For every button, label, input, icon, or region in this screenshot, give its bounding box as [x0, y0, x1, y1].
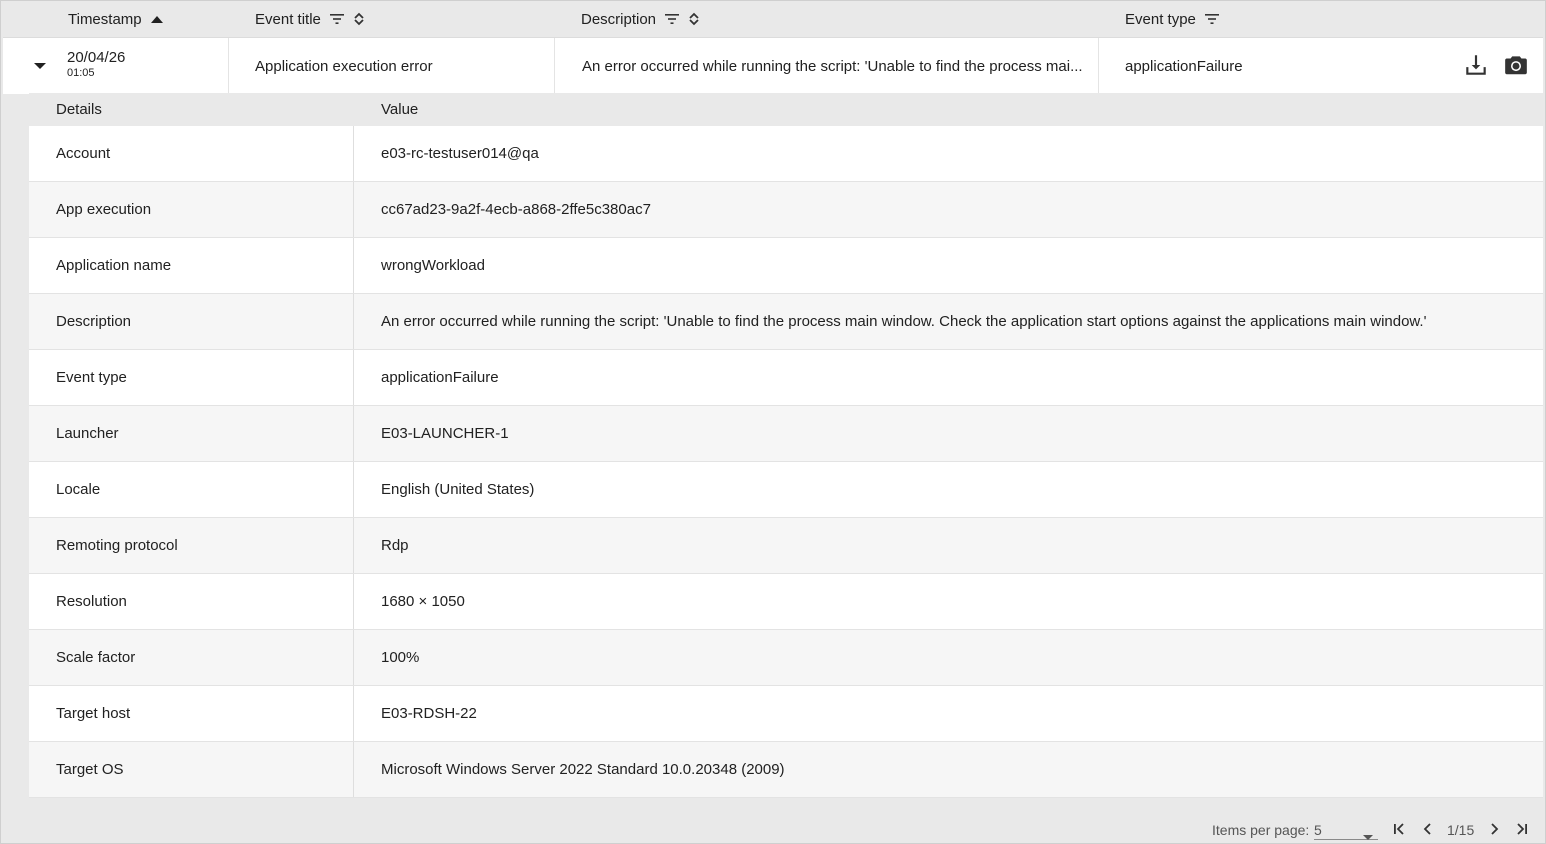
- details-row-target-os: Target OS Microsoft Windows Server 2022 …: [29, 742, 1543, 798]
- detail-key: Launcher: [56, 425, 119, 442]
- cell-divider: [353, 350, 354, 405]
- dropdown-arrow-icon: [1362, 828, 1374, 843]
- details-row-application-name: Application name wrongWorkload: [29, 238, 1543, 294]
- detail-key: Resolution: [56, 593, 127, 610]
- sort-icon[interactable]: [688, 12, 700, 26]
- paginator: Items per page: 5 1/15: [1, 813, 1543, 843]
- details-key-header: Details: [56, 101, 102, 118]
- detail-key: Description: [56, 313, 132, 330]
- items-per-page-select[interactable]: 5: [1314, 822, 1378, 840]
- download-icon[interactable]: [1463, 52, 1489, 83]
- header-timestamp-label: Timestamp: [68, 10, 142, 28]
- detail-value: e03-rc-testuser014@qa: [381, 145, 539, 162]
- detail-value: An error occurred while running the scri…: [381, 313, 1427, 330]
- detail-key: Application name: [56, 257, 172, 274]
- items-per-page-label: Items per page:: [1212, 822, 1310, 838]
- cell-divider: [554, 38, 555, 94]
- cell-divider: [353, 406, 354, 461]
- event-timestamp: 20/04/26 01:05: [67, 50, 125, 79]
- sort-ascending-icon[interactable]: [150, 14, 164, 24]
- cell-divider: [353, 182, 354, 237]
- detail-value: 100%: [381, 649, 420, 666]
- caret-down-icon[interactable]: [33, 58, 47, 76]
- details-table: Account e03-rc-testuser014@qa App execut…: [29, 126, 1543, 798]
- cell-divider: [353, 238, 354, 293]
- event-log-panel: Timestamp Event title Description Event …: [0, 0, 1546, 844]
- cell-divider: [353, 126, 354, 181]
- details-row-description: Description An error occurred while runn…: [29, 294, 1543, 350]
- details-row-resolution: Resolution 1680 × 1050: [29, 574, 1543, 630]
- chevron-right-icon[interactable]: [1487, 822, 1501, 836]
- row-actions: [1463, 52, 1529, 83]
- header-timestamp[interactable]: Timestamp: [68, 1, 164, 37]
- details-row-remoting-protocol: Remoting protocol Rdp: [29, 518, 1543, 574]
- cell-divider: [353, 630, 354, 685]
- detail-value: cc67ad23-9a2f-4ecb-a868-2ffe5c380ac7: [381, 201, 651, 218]
- chevron-left-icon[interactable]: [1421, 822, 1435, 836]
- details-header: Details Value: [29, 93, 1543, 126]
- detail-key: Target host: [56, 705, 131, 722]
- detail-value: Rdp: [381, 537, 409, 554]
- detail-value: applicationFailure: [381, 369, 499, 386]
- event-title: Application execution error: [255, 57, 433, 75]
- sort-icon[interactable]: [353, 12, 365, 26]
- detail-key: Target OS: [56, 761, 124, 778]
- table-header: Timestamp Event title Description Event …: [3, 1, 1543, 37]
- header-event-type-label: Event type: [1125, 10, 1196, 28]
- details-value-header: Value: [381, 101, 419, 118]
- details-row-account: Account e03-rc-testuser014@qa: [29, 126, 1543, 182]
- filter-icon[interactable]: [664, 13, 680, 25]
- header-event-type[interactable]: Event type: [1125, 1, 1220, 37]
- details-row-locale: Locale English (United States): [29, 462, 1543, 518]
- page-range: 1/15: [1447, 822, 1475, 838]
- cell-divider: [353, 294, 354, 349]
- filter-icon[interactable]: [329, 13, 345, 25]
- detail-key: Locale: [56, 481, 101, 498]
- cell-divider: [353, 518, 354, 573]
- header-description-label: Description: [581, 10, 657, 28]
- details-row-app-execution: App execution cc67ad23-9a2f-4ecb-a868-2f…: [29, 182, 1543, 238]
- first-page-icon[interactable]: [1392, 822, 1406, 836]
- details-row-event-type: Event type applicationFailure: [29, 350, 1543, 406]
- cell-divider: [353, 686, 354, 741]
- event-type: applicationFailure: [1125, 57, 1243, 75]
- detail-key: Event type: [56, 369, 127, 386]
- details-row-launcher: Launcher E03-LAUNCHER-1: [29, 406, 1543, 462]
- header-description[interactable]: Description: [581, 1, 700, 37]
- details-row-target-host: Target host E03-RDSH-22: [29, 686, 1543, 742]
- detail-value: Microsoft Windows Server 2022 Standard 1…: [381, 761, 785, 778]
- table-row[interactable]: 20/04/26 01:05 Application execution err…: [3, 37, 1543, 94]
- header-event-title[interactable]: Event title: [255, 1, 365, 37]
- detail-value: 1680 × 1050: [381, 593, 465, 610]
- filter-icon[interactable]: [1204, 13, 1220, 25]
- event-date: 20/04/26: [67, 49, 126, 66]
- detail-key: Account: [56, 145, 111, 162]
- details-row-scale-factor: Scale factor 100%: [29, 630, 1543, 686]
- event-description: An error occurred while running the scri…: [582, 57, 1082, 75]
- header-event-title-label: Event title: [255, 10, 321, 28]
- cell-divider: [353, 462, 354, 517]
- cell-divider: [353, 742, 354, 797]
- detail-key: Remoting protocol: [56, 537, 178, 554]
- detail-value: English (United States): [381, 481, 535, 498]
- cell-divider: [228, 38, 229, 94]
- items-per-page-value: 5: [1314, 822, 1322, 838]
- cell-divider: [1098, 38, 1099, 94]
- last-page-icon[interactable]: [1515, 822, 1529, 836]
- detail-value: wrongWorkload: [381, 257, 485, 274]
- detail-value: E03-LAUNCHER-1: [381, 425, 509, 442]
- detail-value: E03-RDSH-22: [381, 705, 477, 722]
- cell-divider: [353, 574, 354, 629]
- detail-key: App execution: [56, 201, 152, 218]
- camera-icon[interactable]: [1503, 52, 1529, 83]
- event-time: 01:05: [67, 67, 95, 79]
- detail-key: Scale factor: [56, 649, 136, 666]
